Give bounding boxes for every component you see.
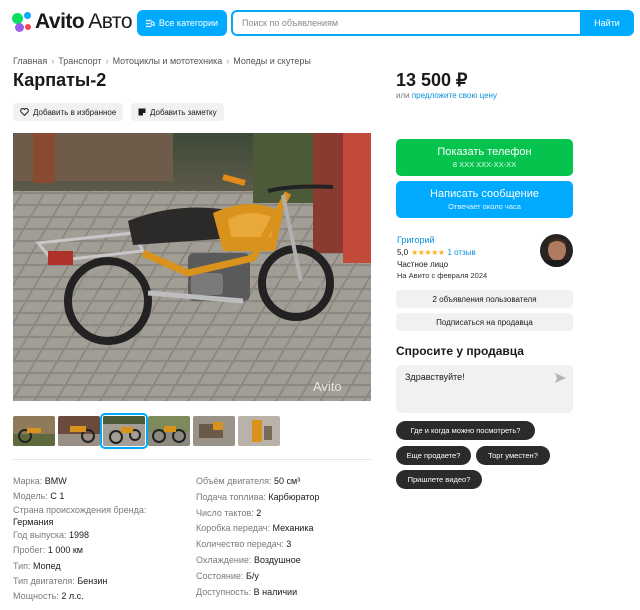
spec-row: Марка: BMW [13,476,67,486]
seller-avatar[interactable] [540,234,573,267]
rating-value: 5,0 [397,248,409,257]
offer-price-link[interactable]: предложите свою цену [412,91,497,100]
breadcrumb-home[interactable]: Главная [13,56,47,66]
add-note-button[interactable]: Добавить заметку [131,103,224,121]
quick-question-chip[interactable]: Еще продаете? [396,446,471,465]
spec-row: Коробка передач: Механика [196,523,314,534]
search-field[interactable] [231,10,582,36]
spec-row: Германия [13,516,54,527]
send-icon[interactable] [555,373,566,383]
spec-row: Тип: Мопед [13,560,61,571]
spec-row: Количество передач: 3 [196,539,292,550]
photo-thumbnail[interactable] [238,416,280,446]
price: 13 500 ₽ [396,70,468,90]
spec-row: Модель: C 1 [13,491,65,502]
write-message-label: Написать сообщение [430,188,539,200]
breadcrumb-mopeds[interactable]: Мопеды и скутеры [233,56,311,66]
price-offer: или предложите свою цену [396,91,497,100]
spec-row: Объём двигателя: 50 см³ [196,476,301,486]
breadcrumb-separator-icon: › [51,56,55,66]
show-phone-button[interactable]: Показать телефон 8 XXX XXX-XX-XX [396,139,573,176]
main-photo[interactable]: Avito [13,133,371,401]
quick-question-chip[interactable]: Торг уместен? [476,446,550,465]
spec-row: Мощность: 2 л.с. [13,591,84,602]
breadcrumb-transport[interactable]: Транспорт [58,56,101,66]
photo-thumbnail[interactable] [193,416,235,446]
search-input[interactable] [242,18,580,28]
all-categories-button[interactable]: Все категории [137,10,227,36]
note-icon [138,108,146,116]
masked-phone: 8 XXX XXX-XX-XX [452,160,517,169]
subscribe-seller-button[interactable]: Подписаться на продавца [396,313,573,331]
photo-watermark: Avito [313,379,342,394]
spec-row: Доступность: В наличии [196,586,298,597]
logo-dots-icon [12,12,32,32]
photo-thumbnail[interactable] [58,416,100,446]
spec-row: Охлаждение: Воздушное [196,554,301,565]
write-message-button[interactable]: Написать сообщение Отвечает около часа [396,181,573,218]
ask-message-input[interactable]: Здравствуйте! [405,372,545,402]
logo-text: Avito Авто [35,10,132,33]
specs-left: Марка: BMW Модель: C 1 Страна происхожде… [13,474,146,605]
quick-question-chip[interactable]: Где и когда можно посмотреть? [396,421,535,440]
heart-icon [20,108,29,116]
breadcrumb-separator-icon: › [226,56,230,66]
seller-type: Частное лицо [397,260,449,269]
spec-row: Подача топлива: Карбюратор [196,491,320,502]
seller-rating: 5,0 ★★★★★ 1 отзыв [397,248,476,257]
avito-logo[interactable]: Avito Авто [12,10,132,34]
all-categories-label: Все категории [158,18,219,28]
find-button[interactable]: Найти [580,10,634,36]
photo-thumbnail[interactable] [13,416,55,446]
photo-thumbnail-active[interactable] [100,413,148,449]
quick-question-chip[interactable]: Пришлете видео? [396,470,482,489]
seller-listings-button[interactable]: 2 объявления пользователя [396,290,573,308]
response-time: Отвечает около часа [448,202,521,211]
seller-name[interactable]: Григорий [397,235,435,245]
breadcrumb: Главная › Транспорт › Мотоциклы и мототе… [13,56,311,66]
add-note-label: Добавить заметку [150,107,217,117]
breadcrumb-motorcycles[interactable]: Мотоциклы и мототехника [113,56,223,66]
breadcrumb-separator-icon: › [105,56,109,66]
spec-row: Год выпуска: 1998 [13,529,90,540]
categories-icon [145,19,155,27]
spec-row: Страна происхождения бренда: [13,504,147,515]
add-to-favorites-button[interactable]: Добавить в избранное [13,103,124,121]
spec-row: Тип двигателя: Бензин [13,576,108,587]
ask-seller-title: Спросите у продавца [396,344,524,358]
specs-right: Объём двигателя: 50 см³ Подача топлива: … [196,474,319,600]
price-or-label: или [396,91,410,100]
spec-row: Пробег: 1 000 км [13,545,83,556]
spec-row: Состояние: Б/у [196,570,259,581]
section-divider [13,459,371,460]
seller-since: На Авито с февраля 2024 [397,271,488,280]
add-to-favorites-label: Добавить в избранное [33,107,117,117]
photo-thumbnails [13,413,280,449]
spec-row: Число тактов: 2 [196,507,262,518]
site-header: AvitoАвто Все категории Найти [0,0,640,46]
reviews-link[interactable]: 1 отзыв [447,248,475,257]
ask-message-box: Здравствуйте! [396,365,573,413]
rating-stars-icon: ★★★★★ [411,248,445,257]
photo-thumbnail[interactable] [148,416,190,446]
show-phone-label: Показать телефон [437,146,532,158]
listing-title: Карпаты-2 [13,70,107,90]
